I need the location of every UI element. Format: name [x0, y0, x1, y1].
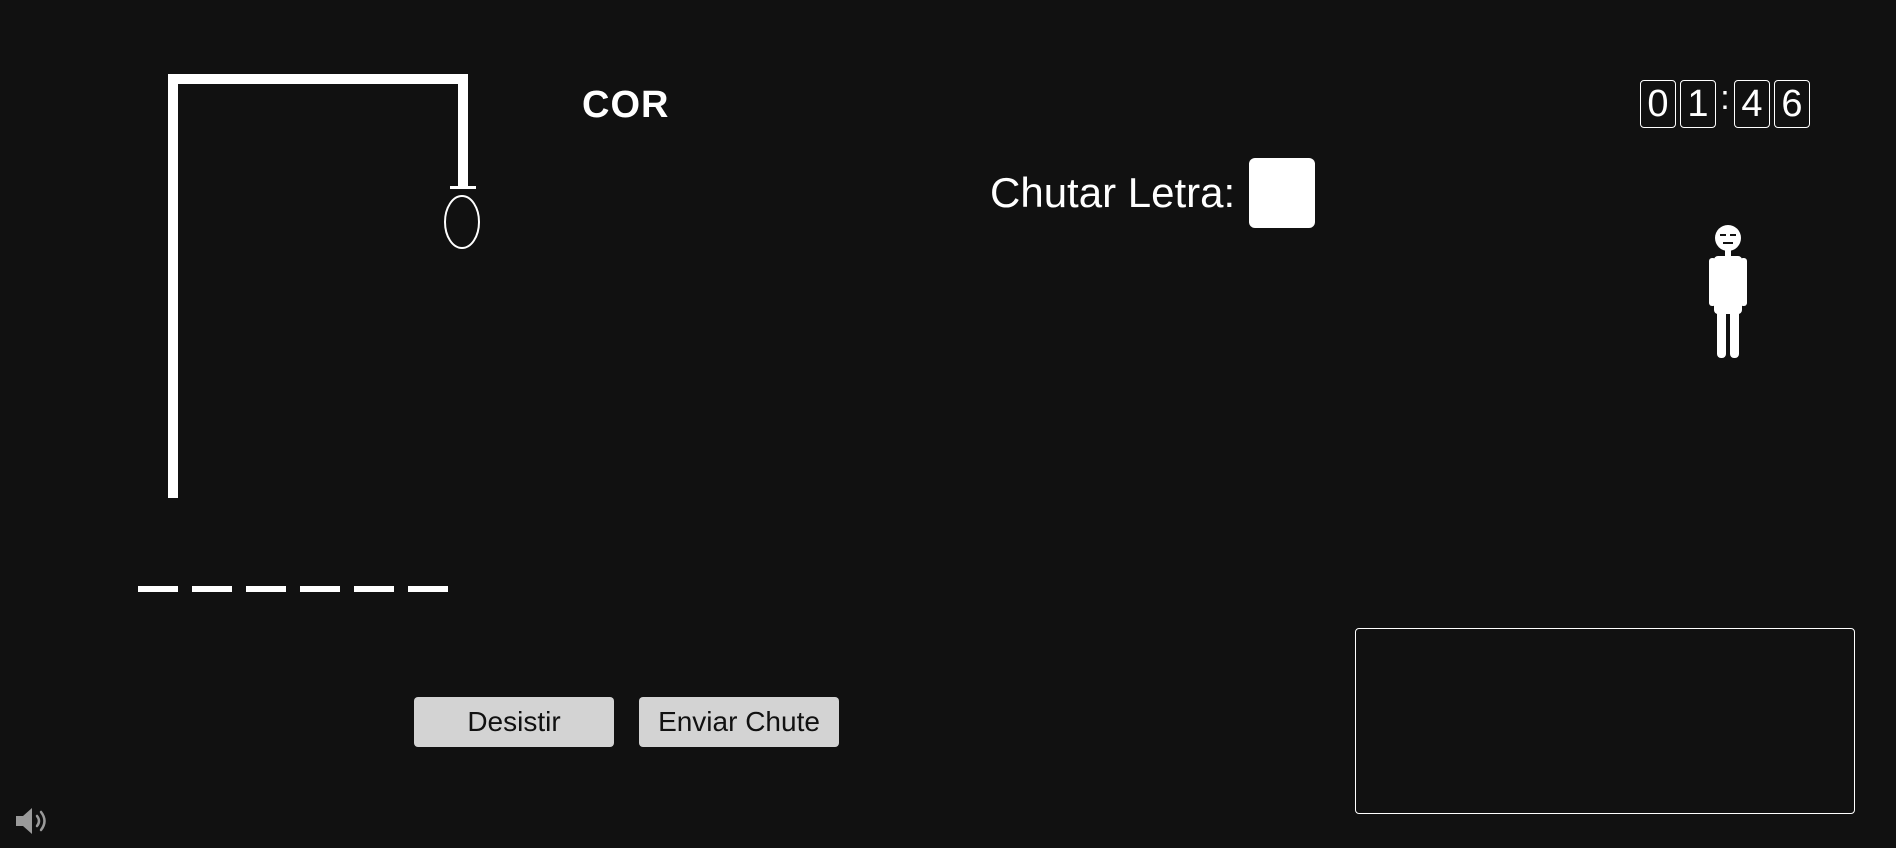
noose-loop: [444, 195, 480, 249]
letter-slot: [246, 586, 286, 592]
message-box: [1355, 628, 1855, 814]
timer-digit-minutes-tens: 0: [1640, 80, 1676, 128]
letter-slot: [408, 586, 448, 592]
gallows-drawing: [168, 74, 480, 498]
word-category: COR: [582, 84, 670, 126]
gallows-rope-knot: [450, 186, 476, 189]
timer-separator: :: [1720, 78, 1730, 117]
letter-slot: [138, 586, 178, 592]
game-stage: COR Chutar Letra: 0 1 : 4 6 Desistir Env…: [0, 0, 1896, 848]
gallows-rope: [458, 74, 468, 186]
speaker-volume-icon[interactable]: [14, 806, 52, 836]
give-up-button[interactable]: Desistir: [414, 697, 614, 747]
guess-letter-label: Chutar Letra:: [990, 169, 1236, 216]
letter-slot: [192, 586, 232, 592]
player-character-icon: [1709, 225, 1747, 358]
word-slots: [138, 586, 448, 592]
countdown-timer: 0 1 : 4 6: [1640, 78, 1814, 128]
gallows-post: [168, 74, 178, 498]
guess-letter-input[interactable]: [1249, 158, 1316, 228]
send-guess-button[interactable]: Enviar Chute: [639, 697, 839, 747]
timer-digit-minutes-ones: 1: [1680, 80, 1716, 128]
guess-letter-row: Chutar Letra:: [990, 158, 1316, 228]
timer-digit-seconds-ones: 6: [1774, 80, 1810, 128]
timer-digit-seconds-tens: 4: [1734, 80, 1770, 128]
letter-slot: [354, 586, 394, 592]
letter-slot: [300, 586, 340, 592]
gallows-beam: [168, 74, 468, 84]
